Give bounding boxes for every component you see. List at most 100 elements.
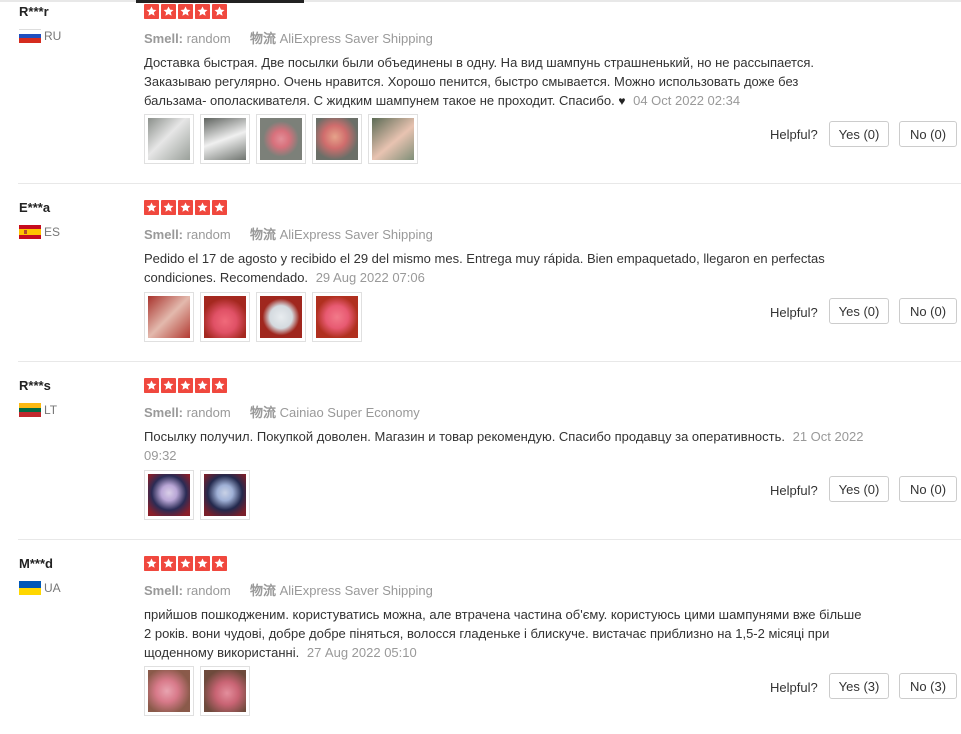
- review-body: Посылку получил. Покупкой доволен. Магаз…: [144, 429, 785, 444]
- reviewer-country: LT: [19, 402, 57, 418]
- review-image-thumbnail[interactable]: [144, 666, 194, 716]
- review-date: 04 Oct 2022 02:34: [633, 93, 741, 108]
- smell-label: Smell:: [144, 227, 184, 242]
- review-image-thumbnail[interactable]: [144, 114, 194, 164]
- review-text: прийшов пошкодженим. користуватись можна…: [144, 605, 864, 662]
- heart-emoji: ♥: [618, 94, 626, 108]
- star-icon: [161, 200, 176, 215]
- review-item: E***a ES Smell: random 物流 AliExpress Sav…: [0, 200, 961, 362]
- star-icon: [212, 378, 227, 393]
- review-text: Доставка быстрая. Две посылки были объед…: [144, 53, 864, 111]
- review-item: M***d UA Smell: random 物流 AliExpress Sav…: [0, 556, 961, 734]
- review-image-thumbnail[interactable]: [144, 292, 194, 342]
- review-images: [144, 470, 250, 520]
- review-image-thumbnail[interactable]: [256, 114, 306, 164]
- star-icon: [144, 556, 159, 571]
- review-image-thumbnail[interactable]: [368, 114, 418, 164]
- star-icon: [212, 556, 227, 571]
- star-icon: [195, 4, 210, 19]
- russia-flag-icon: [19, 29, 41, 43]
- helpful-yes-button[interactable]: Yes (0): [829, 476, 889, 502]
- star-icon: [195, 200, 210, 215]
- country-code: ES: [44, 225, 61, 239]
- divider: [18, 183, 961, 184]
- review-text: Pedido el 17 de agosto y recibido el 29 …: [144, 249, 864, 287]
- reviewer-country: UA: [19, 580, 61, 596]
- review-item: R***s LT Smell: random 物流 Cainiao Super …: [0, 378, 961, 540]
- smell-label: Smell:: [144, 405, 184, 420]
- review-image-thumbnail[interactable]: [200, 114, 250, 164]
- star-icon: [144, 200, 159, 215]
- shipping-value: AliExpress Saver Shipping: [279, 227, 433, 242]
- shipping-label: 物流: [249, 405, 276, 420]
- review-image-thumbnail[interactable]: [312, 292, 362, 342]
- smell-value: random: [186, 583, 231, 598]
- review-image-thumbnail[interactable]: [256, 292, 306, 342]
- review-body: прийшов пошкодженим. користуватись можна…: [144, 607, 862, 660]
- review-image-thumbnail[interactable]: [200, 470, 250, 520]
- review-item: R***r RU Smell: random 物流 AliExpress Sav…: [0, 4, 961, 184]
- smell-value: random: [186, 31, 231, 46]
- star-rating: [144, 556, 227, 572]
- star-icon: [178, 556, 193, 571]
- helpful-label: Helpful?: [770, 680, 818, 695]
- shipping-label: 物流: [249, 227, 276, 242]
- star-icon: [144, 4, 159, 19]
- smell-value: random: [186, 405, 231, 420]
- helpful-yes-button[interactable]: Yes (3): [829, 673, 889, 699]
- smell-value: random: [186, 227, 231, 242]
- review-image-thumbnail[interactable]: [200, 292, 250, 342]
- review-body: Pedido el 17 de agosto y recibido el 29 …: [144, 251, 825, 285]
- review-attributes: Smell: random 物流 AliExpress Saver Shippi…: [144, 28, 433, 47]
- helpful-label: Helpful?: [770, 483, 818, 498]
- shipping-value: Cainiao Super Economy: [279, 405, 420, 420]
- star-icon: [161, 378, 176, 393]
- review-date: 27 Aug 2022 05:10: [306, 645, 417, 660]
- star-rating: [144, 378, 227, 394]
- country-code: LT: [44, 403, 58, 417]
- divider: [18, 539, 961, 540]
- reviewer-name: R***r: [19, 4, 49, 19]
- reviewer-name: M***d: [19, 556, 53, 571]
- star-icon: [161, 556, 176, 571]
- helpful-no-button[interactable]: No (0): [899, 476, 957, 502]
- star-icon: [144, 378, 159, 393]
- star-icon: [195, 378, 210, 393]
- star-icon: [178, 200, 193, 215]
- shipping-label: 物流: [249, 583, 276, 598]
- active-tab-indicator: [136, 0, 304, 3]
- shipping-label: 物流: [249, 31, 276, 46]
- helpful-yes-button[interactable]: Yes (0): [829, 121, 889, 147]
- country-code: RU: [44, 29, 62, 43]
- review-image-thumbnail[interactable]: [312, 114, 362, 164]
- review-attributes: Smell: random 物流 AliExpress Saver Shippi…: [144, 224, 433, 243]
- helpful-no-button[interactable]: No (0): [899, 298, 957, 324]
- star-icon: [178, 378, 193, 393]
- review-images: [144, 114, 418, 164]
- star-rating: [144, 4, 227, 20]
- star-icon: [195, 556, 210, 571]
- star-icon: [178, 4, 193, 19]
- smell-label: Smell:: [144, 31, 184, 46]
- review-text: Посылку получил. Покупкой доволен. Магаз…: [144, 427, 864, 465]
- divider: [18, 361, 961, 362]
- helpful-no-button[interactable]: No (3): [899, 673, 957, 699]
- reviewer-name: E***a: [19, 200, 51, 215]
- review-attributes: Smell: random 物流 AliExpress Saver Shippi…: [144, 580, 433, 599]
- spain-flag-icon: [19, 225, 41, 239]
- lithuania-flag-icon: [19, 403, 41, 417]
- smell-label: Smell:: [144, 583, 184, 598]
- star-icon: [212, 200, 227, 215]
- review-images: [144, 666, 250, 716]
- shipping-value: AliExpress Saver Shipping: [279, 31, 433, 46]
- helpful-yes-button[interactable]: Yes (0): [829, 298, 889, 324]
- reviewer-country: ES: [19, 224, 60, 240]
- review-image-thumbnail[interactable]: [144, 470, 194, 520]
- helpful-label: Helpful?: [770, 305, 818, 320]
- reviewer-country: RU: [19, 28, 61, 44]
- shipping-value: AliExpress Saver Shipping: [279, 583, 433, 598]
- helpful-label: Helpful?: [770, 127, 818, 142]
- review-images: [144, 292, 362, 342]
- review-image-thumbnail[interactable]: [200, 666, 250, 716]
- helpful-no-button[interactable]: No (0): [899, 121, 957, 147]
